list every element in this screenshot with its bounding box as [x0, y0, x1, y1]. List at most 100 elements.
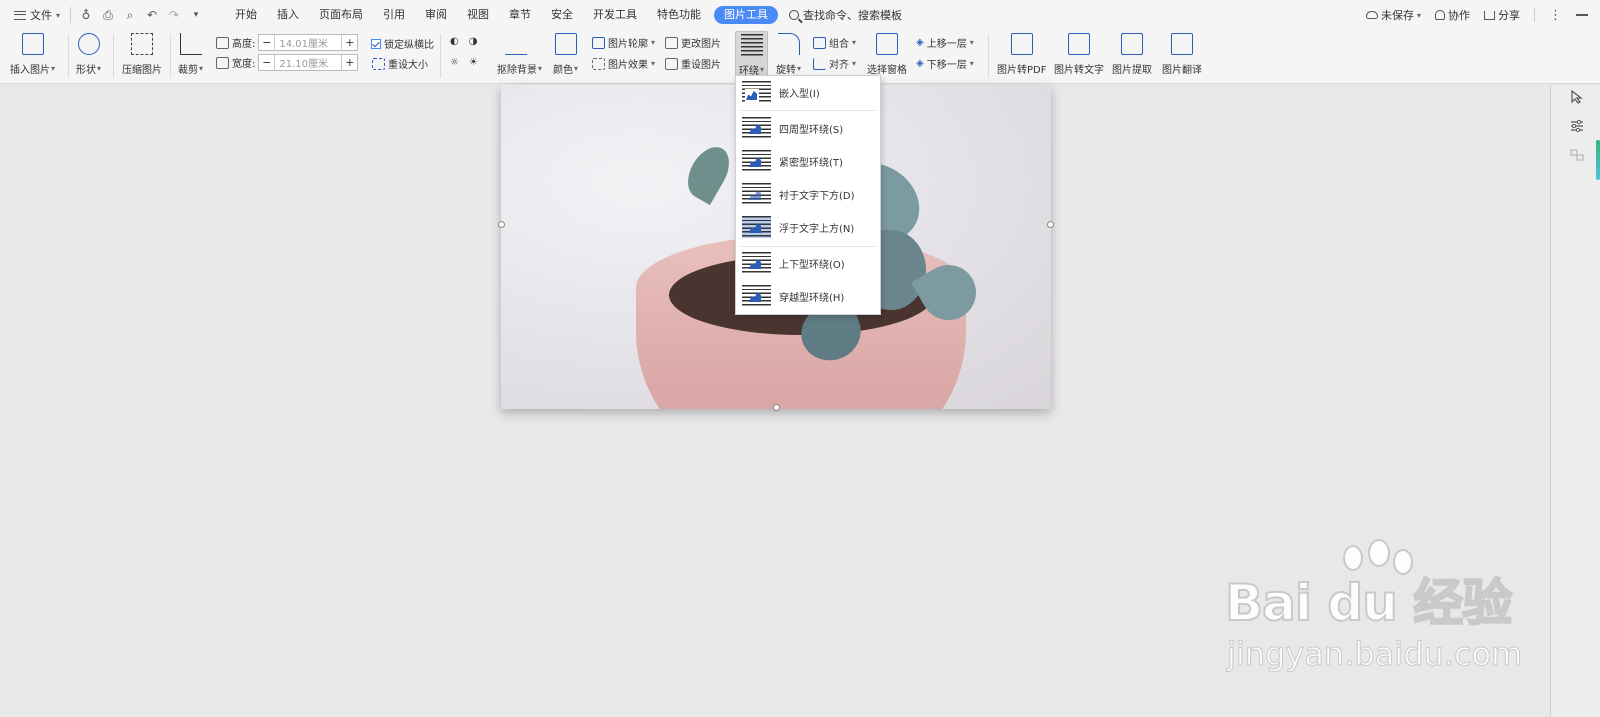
- tab-insert[interactable]: 插入: [267, 0, 309, 30]
- send-backward-button[interactable]: ◈ 下移一层 ▾: [916, 56, 974, 71]
- change-picture-icon: [665, 36, 678, 49]
- wrap-option-through[interactable]: 穿越型环绕(H): [736, 281, 880, 311]
- chevron-down-icon: ▾: [852, 38, 857, 47]
- wrap-option-label: 穿越型环绕(H): [779, 292, 845, 304]
- picture-extract-icon: [1121, 33, 1143, 55]
- tab-developer[interactable]: 开发工具: [583, 0, 647, 30]
- picture-translate-button[interactable]: 图片翻译: [1162, 33, 1202, 76]
- wrap-option-in-front-of-text[interactable]: 浮于文字上方(N): [736, 212, 880, 242]
- decrease-brightness-icon[interactable]: ☀: [469, 57, 478, 68]
- tab-sections[interactable]: 章节: [499, 0, 541, 30]
- picture-effect-button[interactable]: 图片效果 ▾: [592, 56, 655, 71]
- resize-handle-bottom[interactable]: [773, 404, 780, 411]
- picture-extract-label: 图片提取: [1112, 65, 1152, 76]
- color-icon: [554, 33, 577, 55]
- width-stepper: − +: [258, 54, 359, 71]
- pin-ribbon-icon[interactable]: [1576, 14, 1588, 16]
- print-icon[interactable]: ⎙: [101, 8, 115, 23]
- align-button[interactable]: 对齐 ▾: [813, 56, 856, 71]
- tab-page-layout[interactable]: 页面布局: [309, 0, 373, 30]
- print-preview-icon[interactable]: ⌕: [123, 8, 137, 23]
- picture-to-text-button[interactable]: 图片转文字: [1054, 33, 1104, 76]
- reset-size-label: 重设大小: [388, 60, 428, 71]
- baidu-jingyan-watermark: Bai du 经验 jingyan.baidu.com: [1224, 539, 1523, 685]
- compress-picture-icon: [131, 33, 153, 55]
- select-cursor-icon[interactable]: [1570, 89, 1584, 104]
- increase-contrast-icon[interactable]: ◐: [450, 36, 459, 47]
- picture-to-text-icon: [1068, 33, 1090, 55]
- chevron-down-icon: ▾: [969, 59, 974, 68]
- lock-aspect-ratio-checkbox[interactable]: 锁定纵横比: [371, 36, 434, 51]
- wrap-text-button[interactable]: 环绕 ▾: [735, 31, 769, 81]
- group-button[interactable]: 组合 ▾: [813, 35, 856, 50]
- scrollbar[interactable]: [1596, 140, 1600, 180]
- color-button[interactable]: 颜色 ▾: [553, 33, 578, 76]
- height-control: 高度: − +: [216, 34, 359, 51]
- undo-icon[interactable]: ↶: [145, 8, 159, 22]
- lock-aspect-ratio-label: 锁定纵横比: [384, 40, 434, 51]
- rotate-button[interactable]: 旋转 ▾: [776, 33, 801, 76]
- hamburger-icon: [14, 10, 26, 20]
- width-decrease-button[interactable]: −: [259, 55, 274, 70]
- tab-home[interactable]: 开始: [225, 0, 267, 30]
- picture-to-pdf-button[interactable]: 图片转PDF: [997, 33, 1046, 76]
- layers-icon[interactable]: [1570, 148, 1584, 162]
- collaborate-label: 协作: [1448, 9, 1470, 22]
- reset-size-button[interactable]: 重设大小: [372, 56, 428, 71]
- wrap-option-inline[interactable]: 嵌入型(I): [736, 77, 880, 107]
- tab-review[interactable]: 审阅: [415, 0, 457, 30]
- tab-references[interactable]: 引用: [373, 0, 415, 30]
- width-control: 宽度: − +: [216, 54, 359, 71]
- command-search[interactable]: 查找命令、搜索模板: [789, 7, 902, 23]
- wrap-option-square[interactable]: 四周型环绕(S): [736, 113, 880, 143]
- picture-extract-button[interactable]: 图片提取: [1112, 33, 1152, 76]
- decrease-contrast-icon[interactable]: ◑: [469, 36, 478, 47]
- wrap-option-tight[interactable]: 紧密型环绕(T): [736, 146, 880, 176]
- increase-brightness-icon[interactable]: ☼: [450, 57, 459, 68]
- height-increase-button[interactable]: +: [342, 35, 357, 50]
- width-icon: [216, 56, 229, 69]
- format-painter-icon[interactable]: ♁: [79, 8, 93, 22]
- selection-pane-button[interactable]: 选择窗格: [867, 33, 907, 76]
- bring-forward-button[interactable]: ◈ 上移一层 ▾: [916, 35, 974, 50]
- brightness-group: ☼ ☀: [450, 57, 478, 68]
- crop-button[interactable]: 裁剪 ▾: [178, 33, 203, 76]
- rotate-icon: [777, 33, 800, 55]
- picture-outline-button[interactable]: 图片轮廓 ▾: [592, 35, 655, 50]
- shape-button[interactable]: 形状 ▾: [76, 33, 101, 76]
- more-options-icon[interactable]: ⋮: [1549, 8, 1562, 23]
- wrap-option-label: 紧密型环绕(T): [779, 157, 843, 169]
- wrap-option-top-bottom[interactable]: 上下型环绕(O): [736, 248, 880, 278]
- change-picture-button[interactable]: 更改图片: [665, 35, 721, 50]
- collaborate-button[interactable]: 协作: [1435, 7, 1470, 23]
- file-menu-label: 文件: [30, 9, 52, 22]
- tab-picture-tools[interactable]: 图片工具: [714, 6, 779, 24]
- share-button[interactable]: 分享: [1484, 7, 1520, 23]
- reset-picture-button[interactable]: 重设图片: [665, 56, 721, 71]
- tab-security[interactable]: 安全: [541, 0, 583, 30]
- height-input[interactable]: [274, 35, 343, 50]
- tab-special-features[interactable]: 特色功能: [647, 0, 711, 30]
- command-search-label: 查找命令、搜索模板: [803, 9, 903, 22]
- width-increase-button[interactable]: +: [342, 55, 357, 70]
- height-decrease-button[interactable]: −: [259, 35, 274, 50]
- adjust-settings-icon[interactable]: [1570, 119, 1584, 133]
- chevron-down-icon: ▾: [51, 64, 56, 73]
- tab-view[interactable]: 视图: [457, 0, 499, 30]
- wrap-option-behind-text[interactable]: 衬于文字下方(D): [736, 179, 880, 209]
- wrap-option-label: 上下型环绕(O): [779, 259, 845, 271]
- save-status-button[interactable]: 未保存 ▾: [1365, 7, 1421, 23]
- customize-icon[interactable]: ▾: [189, 10, 203, 20]
- divider: [113, 34, 114, 78]
- resize-handle-right[interactable]: [1047, 221, 1054, 228]
- remove-background-button[interactable]: 抠除背景 ▾: [497, 33, 542, 76]
- send-backward-icon: ◈: [916, 58, 924, 69]
- compress-picture-button[interactable]: 压缩图片: [122, 33, 162, 76]
- width-input[interactable]: [274, 55, 343, 70]
- crop-icon: [179, 33, 202, 55]
- divider: [740, 110, 876, 111]
- file-menu-button[interactable]: 文件 ▾: [10, 5, 64, 25]
- redo-icon[interactable]: ↷: [167, 8, 181, 22]
- insert-picture-button[interactable]: 插入图片 ▾: [10, 33, 55, 76]
- resize-handle-left[interactable]: [498, 221, 505, 228]
